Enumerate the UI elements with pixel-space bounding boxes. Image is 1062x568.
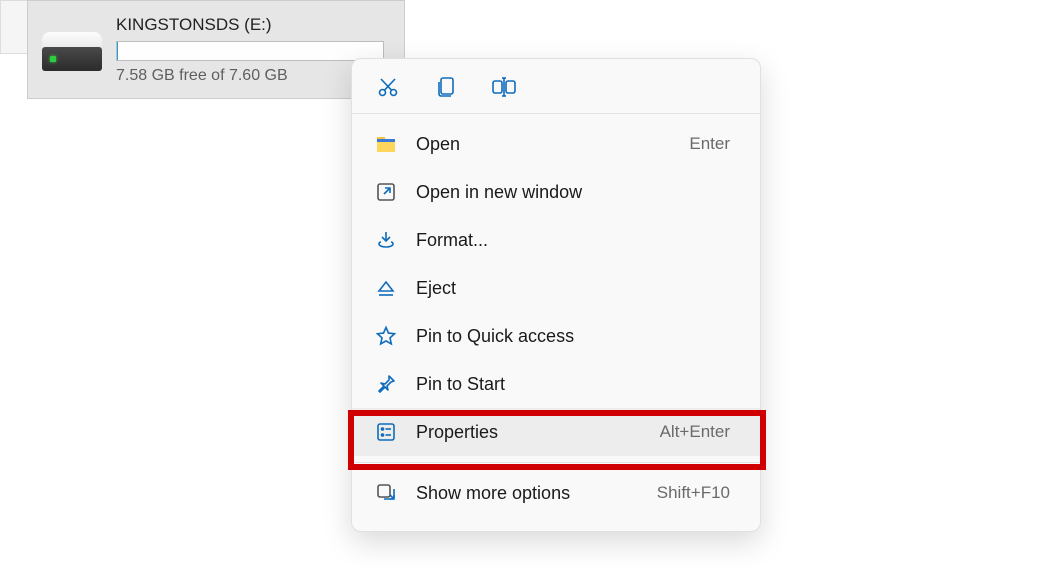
star-icon xyxy=(374,324,398,348)
menu-item-eject[interactable]: Eject xyxy=(352,264,760,312)
drive-capacity-bar xyxy=(116,41,384,61)
menu-shortcut: Enter xyxy=(689,134,730,154)
menu-item-open-new-window[interactable]: Open in new window xyxy=(352,168,760,216)
drive-name: KINGSTONSDS (E:) xyxy=(116,15,396,35)
drive-expand-stub xyxy=(0,0,27,54)
menu-label: Pin to Quick access xyxy=(416,326,730,347)
show-more-icon xyxy=(374,481,398,505)
copy-icon xyxy=(434,75,458,99)
menu-label: Open xyxy=(416,134,689,155)
drive-icon xyxy=(42,29,102,71)
copy-button[interactable] xyxy=(432,73,460,101)
context-menu: Open Enter Open in new window xyxy=(351,58,761,532)
open-new-window-icon xyxy=(374,180,398,204)
menu-item-format[interactable]: Format... xyxy=(352,216,760,264)
properties-icon xyxy=(374,420,398,444)
format-icon xyxy=(374,228,398,252)
folder-open-icon xyxy=(374,132,398,156)
pin-icon xyxy=(374,372,398,396)
menu-toolbar xyxy=(352,67,760,113)
menu-label: Show more options xyxy=(416,483,657,504)
menu-shortcut: Alt+Enter xyxy=(660,422,730,442)
menu-label: Pin to Start xyxy=(416,374,730,395)
eject-icon xyxy=(374,276,398,300)
menu-label: Eject xyxy=(416,278,730,299)
menu-label: Open in new window xyxy=(416,182,730,203)
menu-item-show-more[interactable]: Show more options Shift+F10 xyxy=(352,469,760,517)
scissors-icon xyxy=(376,75,400,99)
menu-item-pin-quick-access[interactable]: Pin to Quick access xyxy=(352,312,760,360)
menu-item-pin-start[interactable]: Pin to Start xyxy=(352,360,760,408)
rename-button[interactable] xyxy=(490,73,518,101)
cut-button[interactable] xyxy=(374,73,402,101)
menu-item-properties[interactable]: Properties Alt+Enter xyxy=(352,408,760,456)
menu-label: Format... xyxy=(416,230,730,251)
menu-label: Properties xyxy=(416,422,660,443)
menu-shortcut: Shift+F10 xyxy=(657,483,730,503)
menu-item-open[interactable]: Open Enter xyxy=(352,120,760,168)
rename-icon xyxy=(491,75,517,99)
drive-item[interactable]: KINGSTONSDS (E:) 7.58 GB free of 7.60 GB xyxy=(27,0,405,99)
